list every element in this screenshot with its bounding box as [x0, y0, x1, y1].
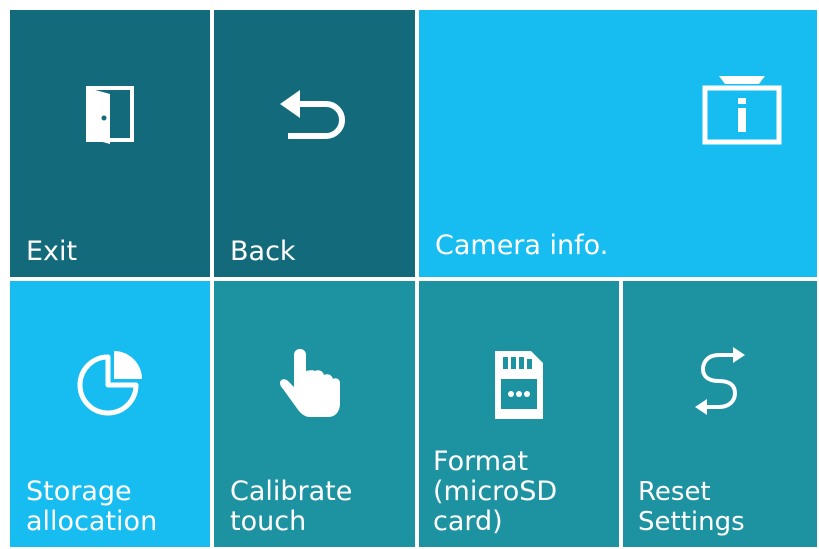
pie-chart-icon — [77, 351, 142, 416]
calibrate-touch-tile[interactable]: Calibrate touch — [214, 281, 415, 547]
storage-allocation-tile[interactable]: Storage allocation — [10, 281, 210, 547]
settings-menu-screen: Exit Back Camera info. Storage allocatio… — [0, 0, 819, 549]
camera-info-tile[interactable]: Camera info. — [419, 10, 817, 277]
reset-settings-label: Reset Settings — [638, 477, 745, 537]
back-label: Back — [230, 236, 296, 267]
exit-door-icon — [86, 86, 134, 144]
reset-settings-tile[interactable]: Reset Settings — [623, 281, 817, 547]
sd-card-icon — [495, 351, 543, 419]
back-arrow-icon — [280, 90, 345, 139]
exit-label: Exit — [26, 236, 78, 267]
calibrate-touch-label: Calibrate touch — [230, 476, 353, 537]
exit-tile[interactable]: Exit — [10, 10, 210, 277]
pointing-hand-icon — [280, 349, 340, 417]
camera-info-icon — [702, 76, 782, 145]
format-microsd-label: Format (microSD card) — [433, 446, 558, 537]
back-tile[interactable]: Back — [214, 10, 415, 277]
storage-allocation-label: Storage allocation — [26, 476, 158, 537]
format-microsd-tile[interactable]: Format (microSD card) — [419, 281, 619, 547]
reset-arrows-icon — [695, 347, 745, 415]
camera-info-label: Camera info. — [435, 230, 609, 261]
